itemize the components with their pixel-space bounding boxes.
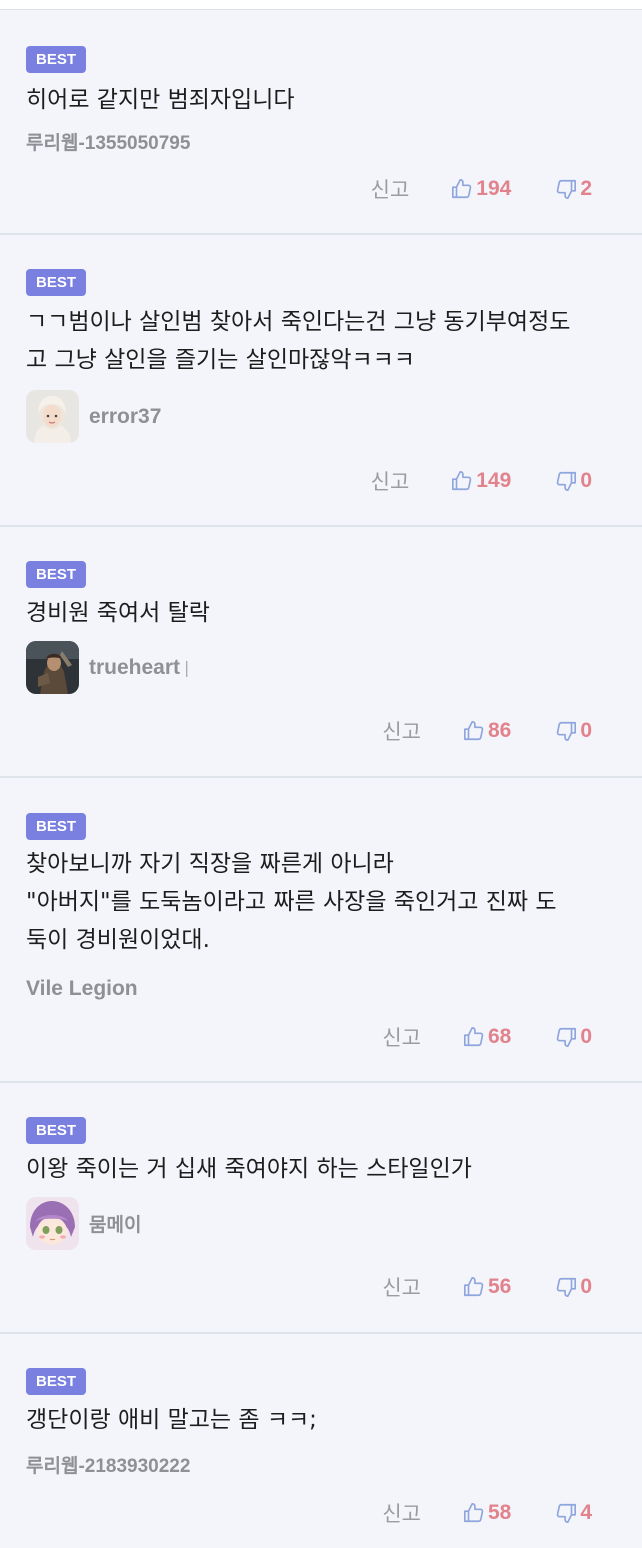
report-button[interactable]: 신고 [371,466,410,496]
dislike-button[interactable]: 0 [555,1025,592,1049]
best-badge: BEST [26,269,86,296]
dislike-button[interactable]: 4 [555,1501,592,1525]
dislike-count: 0 [580,719,592,742]
dislike-count: 4 [580,1501,592,1524]
thumbs-down-icon [555,1026,577,1048]
author-name[interactable]: trueheart [89,656,180,680]
comment-text: 경비원 죽여서 탈락 [26,600,210,626]
author-row[interactable]: error37 [26,390,161,443]
dislike-count: 2 [580,177,592,200]
top-divider [0,0,642,10]
best-badge: BEST [26,1368,86,1395]
comment-actions: 신고 86 0 [382,716,592,746]
author-name[interactable]: 루리웹-2183930222 [26,1451,190,1478]
thumbs-up-icon [463,1502,485,1524]
like-button[interactable]: 194 [451,177,511,201]
best-badge: BEST [26,46,86,73]
like-count: 68 [487,1025,512,1048]
avatar[interactable] [26,1197,79,1250]
like-button[interactable]: 149 [451,469,511,493]
dislike-count: 0 [580,1025,592,1048]
report-button[interactable]: 신고 [371,174,410,204]
thumbs-up-icon [451,470,473,492]
comment-item: BEST 히어로 같지만 범죄자입니다 루리웹-1355050795 신고 19… [0,10,642,235]
author-row[interactable]: 루리웹-2183930222 [26,1451,190,1478]
dislike-button[interactable]: 0 [555,1275,592,1299]
avatar[interactable] [26,390,79,443]
author-row[interactable]: 뭄메이 [26,1197,141,1250]
like-button[interactable]: 56 [463,1275,511,1299]
author-row[interactable]: trueheart | [26,641,189,694]
comment-actions: 신고 194 2 [371,174,592,204]
thumbs-down-icon [555,470,577,492]
author-name[interactable]: 뭄메이 [89,1210,141,1237]
like-button[interactable]: 86 [463,719,511,743]
comment-item: BEST ㄱㄱ범이나 살인범 찾아서 죽인다는건 그냥 동기부여정도 고 그냥 … [0,235,642,527]
thumbs-up-icon [463,1026,485,1048]
author-name[interactable]: 루리웹-1355050795 [26,128,190,155]
comment-actions: 신고 58 4 [382,1498,592,1528]
like-count: 58 [487,1501,512,1524]
like-count: 56 [487,1275,512,1298]
author-name[interactable]: error37 [89,405,161,429]
author-row[interactable]: 루리웹-1355050795 [26,128,190,155]
dislike-button[interactable]: 0 [555,719,592,743]
thumbs-up-icon [451,178,473,200]
best-badge: BEST [26,1117,86,1144]
like-button[interactable]: 58 [463,1501,511,1525]
comment-item: BEST 갱단이랑 애비 말고는 좀 ㅋㅋ; 루리웹-2183930222 신고… [0,1334,642,1548]
report-button[interactable]: 신고 [382,1498,421,1528]
thumbs-up-icon [463,1276,485,1298]
comment-text: 히어로 같지만 범죄자입니다 [26,87,295,113]
report-button[interactable]: 신고 [382,1272,421,1302]
comment-text: 찾아보니까 자기 직장을 짜른게 아니라 "아버지"를 도둑놈이라고 짜른 사장… [26,851,557,953]
thumbs-up-icon [463,720,485,742]
comment-text: 이왕 죽이는 거 십새 죽여야지 하는 스타일인가 [26,1156,472,1182]
dislike-count: 0 [580,1275,592,1298]
report-button[interactable]: 신고 [382,716,421,746]
thumbs-down-icon [555,1502,577,1524]
dislike-count: 0 [580,469,592,492]
like-count: 149 [476,469,512,492]
like-button[interactable]: 68 [463,1025,511,1049]
comment-item: BEST 이왕 죽이는 거 십새 죽여야지 하는 스타일인가 뭄메이 신고 56… [0,1083,642,1334]
thumbs-down-icon [555,720,577,742]
best-badge: BEST [26,561,86,588]
avatar[interactable] [26,641,79,694]
best-badge: BEST [26,813,86,840]
author-row[interactable]: Vile Legion [26,977,138,1001]
comment-item: BEST 경비원 죽여서 탈락 trueheart | 신고 86 0 [0,527,642,778]
like-count: 86 [487,719,512,742]
dislike-button[interactable]: 0 [555,469,592,493]
comment-text: 갱단이랑 애비 말고는 좀 ㅋㅋ; [26,1407,317,1433]
comment-item: BEST 찾아보니까 자기 직장을 짜른게 아니라 "아버지"를 도둑놈이라고 … [0,778,642,1083]
report-button[interactable]: 신고 [382,1022,421,1052]
thumbs-down-icon [555,1276,577,1298]
like-count: 194 [476,177,512,200]
thumbs-down-icon [555,178,577,200]
comment-text: ㄱㄱ범이나 살인범 찾아서 죽인다는건 그냥 동기부여정도 고 그냥 살인을 즐… [26,309,571,373]
comment-actions: 신고 68 0 [382,1022,592,1052]
comment-actions: 신고 56 0 [382,1272,592,1302]
text-cursor: | [184,658,190,677]
dislike-button[interactable]: 2 [555,177,592,201]
author-name[interactable]: Vile Legion [26,977,138,1001]
comment-actions: 신고 149 0 [371,466,592,496]
